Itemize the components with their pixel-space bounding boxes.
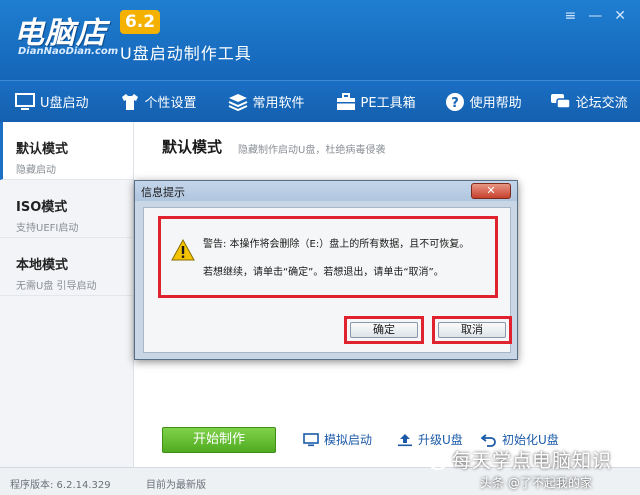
sidebar-item-desc: 无需U盘 引导启动: [16, 281, 97, 292]
nav-label: PE工具箱: [360, 96, 416, 111]
monitor-icon: [302, 432, 320, 448]
nav-item-usb-boot[interactable]: U盘启动: [14, 81, 89, 122]
dialog-close-button[interactable]: ✕: [471, 183, 511, 199]
sidebar-item-title: ISO模式: [16, 200, 68, 215]
dialog-title: 信息提示: [141, 186, 185, 199]
warning-message-box: 警告: 本操作将会删除（E:）盘上的所有数据，且不可恢复。 若想继续，请单击“确…: [158, 216, 498, 298]
nav-item-pe-tools[interactable]: PE工具箱: [335, 81, 416, 122]
watermark-title: 每天学点电脑知识: [452, 450, 613, 472]
warning-icon: [171, 238, 195, 261]
sidebar-item-local-mode[interactable]: 本地模式 无需U盘 引导启动: [0, 238, 133, 296]
start-make-button[interactable]: 开始制作: [162, 427, 276, 453]
dialog-titlebar: 信息提示 ✕: [135, 181, 517, 201]
confirm-button[interactable]: 确定: [344, 316, 424, 344]
simulate-boot-label: 模拟启动: [324, 433, 373, 447]
sidebar-item-iso-mode[interactable]: ISO模式 支持UEFI启动: [0, 180, 133, 238]
cancel-button[interactable]: 取消: [432, 316, 512, 344]
app-header: 电脑店 DianNaoDian.com 6.2 U盘启动制作工具 ≡ — ✕: [0, 0, 640, 80]
page-description: 隐藏制作启动U盘，杜绝病毒侵袭: [238, 145, 386, 156]
program-version: 程序版本: 6.2.14.329: [10, 480, 111, 491]
sidebar-item-desc: 支持UEFI启动: [16, 223, 79, 234]
info-dialog: 信息提示 ✕ 警告: 本操作将会删除（E:）盘上的所有数据，且不可恢复。 若想继…: [134, 180, 518, 360]
confirm-label: 确定: [350, 322, 418, 338]
nav-item-help[interactable]: ? 使用帮助: [444, 81, 522, 122]
version-badge: 6.2: [120, 10, 160, 34]
nav-label: 论坛交流: [575, 96, 628, 111]
toolbox-icon: [335, 91, 357, 113]
cancel-label: 取消: [438, 322, 506, 338]
nav-label: 个性设置: [144, 96, 197, 111]
nav-label: U盘启动: [40, 96, 89, 111]
nav-item-forum[interactable]: 论坛交流: [550, 81, 628, 122]
minimize-icon[interactable]: —: [588, 8, 602, 24]
window-controls: ≡ — ✕: [565, 8, 626, 24]
watermark-byline: 头条 @了不起我的家: [480, 476, 592, 490]
main-nav: U盘启动 个性设置 常用软件 PE工具箱 ? 使用帮助 论坛交流: [0, 80, 640, 122]
wechat-icon: [420, 448, 448, 472]
nav-label: 使用帮助: [469, 96, 522, 111]
mode-sidebar: 默认模式 隐藏启动 ISO模式 支持UEFI启动 本地模式 无需U盘 引导启动: [0, 122, 134, 467]
sidebar-item-desc: 隐藏启动: [16, 165, 56, 176]
logo-domain: DianNaoDian.com: [18, 46, 119, 57]
chat-icon: [550, 91, 572, 113]
menu-icon[interactable]: ≡: [565, 8, 577, 24]
page-title: 默认模式: [162, 138, 223, 156]
app-subtitle: U盘启动制作工具: [120, 44, 252, 63]
svg-text:?: ?: [451, 96, 459, 111]
instruction-text: 若想继续，请单击“确定”。若想退出，请单击“取消”。: [203, 267, 444, 278]
simulate-boot-button[interactable]: 模拟启动: [302, 431, 372, 448]
close-icon[interactable]: ✕: [614, 8, 626, 24]
question-icon: ?: [444, 91, 466, 113]
sidebar-item-default-mode[interactable]: 默认模式 隐藏启动: [0, 122, 133, 180]
sidebar-item-title: 默认模式: [16, 142, 69, 157]
sidebar-item-title: 本地模式: [16, 258, 69, 273]
monitor-icon: [14, 91, 36, 113]
nav-label: 常用软件: [252, 96, 305, 111]
nav-item-personalize[interactable]: 个性设置: [119, 81, 197, 122]
nav-item-software[interactable]: 常用软件: [227, 81, 305, 122]
dialog-body: 警告: 本操作将会删除（E:）盘上的所有数据，且不可恢复。 若想继续，请单击“确…: [143, 207, 512, 353]
shirt-icon: [119, 91, 141, 113]
upload-icon: [396, 432, 414, 448]
layers-icon: [227, 91, 249, 113]
warning-text: 警告: 本操作将会删除（E:）盘上的所有数据，且不可恢复。: [203, 239, 470, 250]
update-status: 目前为最新版: [146, 480, 206, 491]
